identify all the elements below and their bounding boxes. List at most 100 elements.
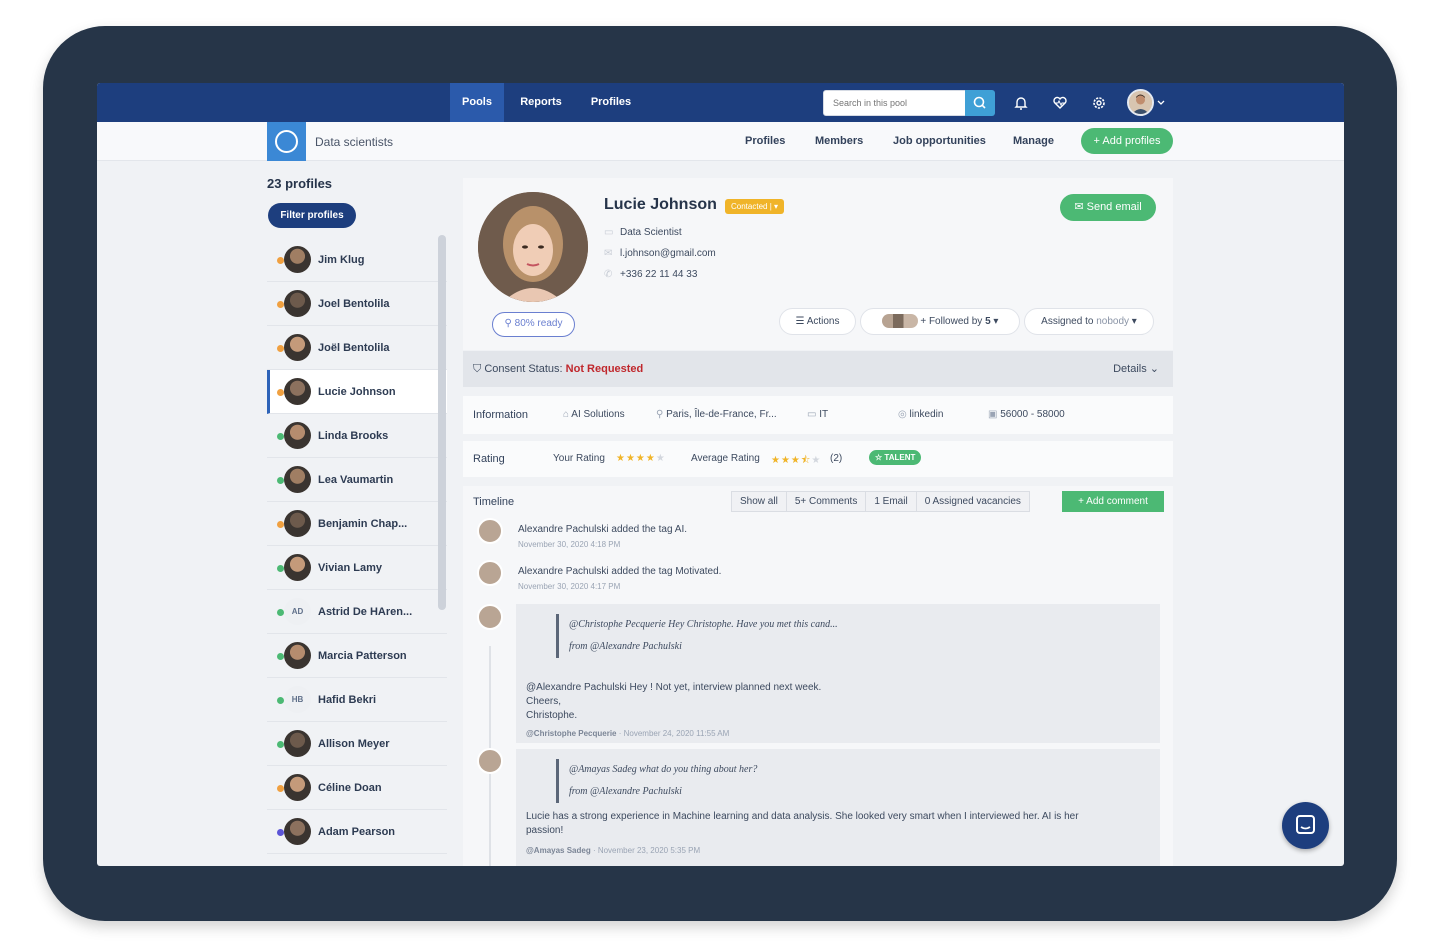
send-email-button[interactable]: ✉ Send email: [1060, 194, 1156, 221]
talent-badge: ☆ TALENT: [869, 450, 922, 465]
status-dot: [277, 785, 284, 792]
comment-date: November 24, 2020 11:55 AM: [623, 729, 730, 738]
tab-comments[interactable]: 5+ Comments: [787, 492, 867, 511]
timeline-panel: Timeline Show all 5+ Comments 1 Email 0 …: [463, 486, 1173, 866]
avatar: [284, 466, 311, 493]
chat-launcher-button[interactable]: [1282, 802, 1329, 849]
phone-line: ✆ +336 22 11 44 33: [604, 269, 697, 280]
tab-reports[interactable]: Reports: [511, 83, 571, 122]
subtab-manage[interactable]: Manage: [1013, 122, 1054, 160]
candidate-photo: [478, 192, 588, 302]
information-row: Information ⌂ AI Solutions ⚲ Paris, Île-…: [463, 396, 1173, 434]
tab-email[interactable]: 1 Email: [866, 492, 917, 511]
status-dot: [277, 389, 284, 396]
add-comment-button[interactable]: + Add comment: [1062, 491, 1164, 512]
bell-icon[interactable]: [1011, 93, 1031, 113]
profile-list-item[interactable]: Linda Brooks: [267, 414, 447, 458]
filter-profiles-button[interactable]: Filter profiles: [268, 203, 356, 228]
search-button[interactable]: [965, 90, 995, 116]
quote-text: @Christophe Pecquerie Hey Christophe. Ha…: [569, 619, 838, 630]
followers-button[interactable]: + Followed by 5 ▾: [860, 308, 1020, 335]
profile-list-item[interactable]: Marcia Patterson: [267, 634, 447, 678]
status-dot: [277, 521, 284, 528]
comment-line: passion!: [526, 825, 564, 836]
user-avatar[interactable]: [1127, 89, 1154, 116]
subtab-job-opportunities[interactable]: Job opportunities: [893, 122, 986, 160]
tab-profiles[interactable]: Profiles: [579, 83, 643, 122]
avatar: HB: [284, 686, 311, 713]
status-dot: [277, 433, 284, 440]
status-dot: [277, 697, 284, 704]
profile-name: Allison Meyer: [318, 738, 390, 750]
status-dropdown[interactable]: Contacted | ▾: [725, 199, 785, 214]
send-email-label: Send email: [1086, 201, 1142, 213]
email-line: ✉ l.johnson@gmail.com: [604, 248, 716, 259]
profile-list-scrollbar[interactable]: [438, 235, 446, 610]
chevron-down-icon[interactable]: [1157, 99, 1165, 107]
location-value: Paris, Île-de-France, Fr...: [666, 409, 777, 420]
candidate-email[interactable]: l.johnson@gmail.com: [620, 248, 716, 259]
quoted-message: @Christophe Pecquerie Hey Christophe. Ha…: [556, 614, 838, 658]
linkedin-field[interactable]: ◎ linkedin: [898, 409, 943, 420]
subtab-members[interactable]: Members: [815, 122, 863, 160]
chevron-down-icon: ⌄: [1149, 363, 1159, 375]
subtab-profiles[interactable]: Profiles: [745, 122, 785, 160]
profile-list-item[interactable]: Joel Bentolila: [267, 282, 447, 326]
readiness-button[interactable]: ⚲ 80% ready: [492, 312, 575, 337]
heart-pulse-icon[interactable]: [1050, 93, 1070, 113]
money-icon: ▣: [988, 409, 998, 420]
profile-list-item[interactable]: Joël Bentolila: [267, 326, 447, 370]
candidate-header: ⚲ 80% ready Lucie Johnson Contacted | ▾ …: [463, 178, 1173, 350]
profile-name: Hafid Bekri: [318, 694, 377, 706]
briefcase-icon: ▭: [604, 227, 614, 238]
tab-pools[interactable]: Pools: [450, 83, 504, 122]
profile-list-item[interactable]: HB Hafid Bekri: [267, 678, 447, 722]
profile-list-item[interactable]: Lucie Johnson: [267, 370, 447, 414]
candidate-phone[interactable]: +336 22 11 44 33: [620, 269, 697, 280]
tab-show-all[interactable]: Show all: [732, 492, 787, 511]
gear-icon[interactable]: [1089, 93, 1109, 113]
comment-author[interactable]: @Christophe Pecquerie: [526, 729, 617, 738]
readiness-label: 80% ready: [514, 318, 563, 329]
tab-assigned-vacancies[interactable]: 0 Assigned vacancies: [917, 492, 1029, 511]
search-icon: [973, 96, 986, 109]
timeline-label: Timeline: [473, 496, 515, 508]
actions-button[interactable]: ☰ Actions: [779, 308, 856, 335]
status-dot: [277, 257, 284, 264]
comment-author[interactable]: @Amayas Sadeg: [526, 846, 591, 855]
avatar: [284, 422, 311, 449]
details-label: Details: [1113, 363, 1147, 375]
profile-list-item[interactable]: Jim Klug: [267, 238, 447, 282]
search-input[interactable]: [824, 91, 965, 115]
building-icon: ⌂: [563, 409, 570, 420]
profile-name: Vivian Lamy: [318, 562, 382, 574]
avatar: [284, 290, 311, 317]
avatar: AD: [284, 598, 311, 625]
comment-date: November 23, 2020 5:35 PM: [597, 846, 701, 855]
profile-list-item[interactable]: Lea Vaumartin: [267, 458, 447, 502]
followers-avatars: [881, 314, 918, 329]
comment-line: Lucie has a strong experience in Machine…: [526, 811, 1079, 822]
job-title-line: ▭ Data Scientist: [604, 227, 682, 238]
profile-list-item[interactable]: Allison Meyer: [267, 722, 447, 766]
profile-list-item[interactable]: Benjamin Chap...: [267, 502, 447, 546]
profile-name: Adam Pearson: [318, 826, 396, 838]
comment-card: @Christophe Pecquerie Hey Christophe. Ha…: [516, 604, 1160, 743]
profile-name: Joel Bentolila: [318, 298, 390, 310]
avatar: [284, 730, 311, 757]
profile-list-item[interactable]: Céline Doan: [267, 766, 447, 810]
assigned-dropdown[interactable]: Assigned to nobody ▾: [1024, 308, 1154, 335]
event-text: Alexandre Pachulski added the tag Motiva…: [518, 566, 722, 577]
event-date: November 30, 2020 4:18 PM: [518, 540, 621, 549]
profile-list-item[interactable]: Vivian Lamy: [267, 546, 447, 590]
profile-list-item[interactable]: AD Astrid De HAren...: [267, 590, 447, 634]
add-profiles-button[interactable]: + Add profiles: [1081, 128, 1173, 154]
details-toggle[interactable]: Details ⌄: [1113, 351, 1159, 387]
your-rating-stars[interactable]: ★★★★★: [616, 453, 666, 464]
pool-search: [823, 90, 966, 116]
sector-value: IT: [819, 409, 829, 420]
job-title: Data Scientist: [620, 227, 682, 238]
status-dot: [277, 653, 284, 660]
followed-label: Followed by: [928, 316, 983, 327]
profile-list-item[interactable]: Adam Pearson: [267, 810, 447, 854]
